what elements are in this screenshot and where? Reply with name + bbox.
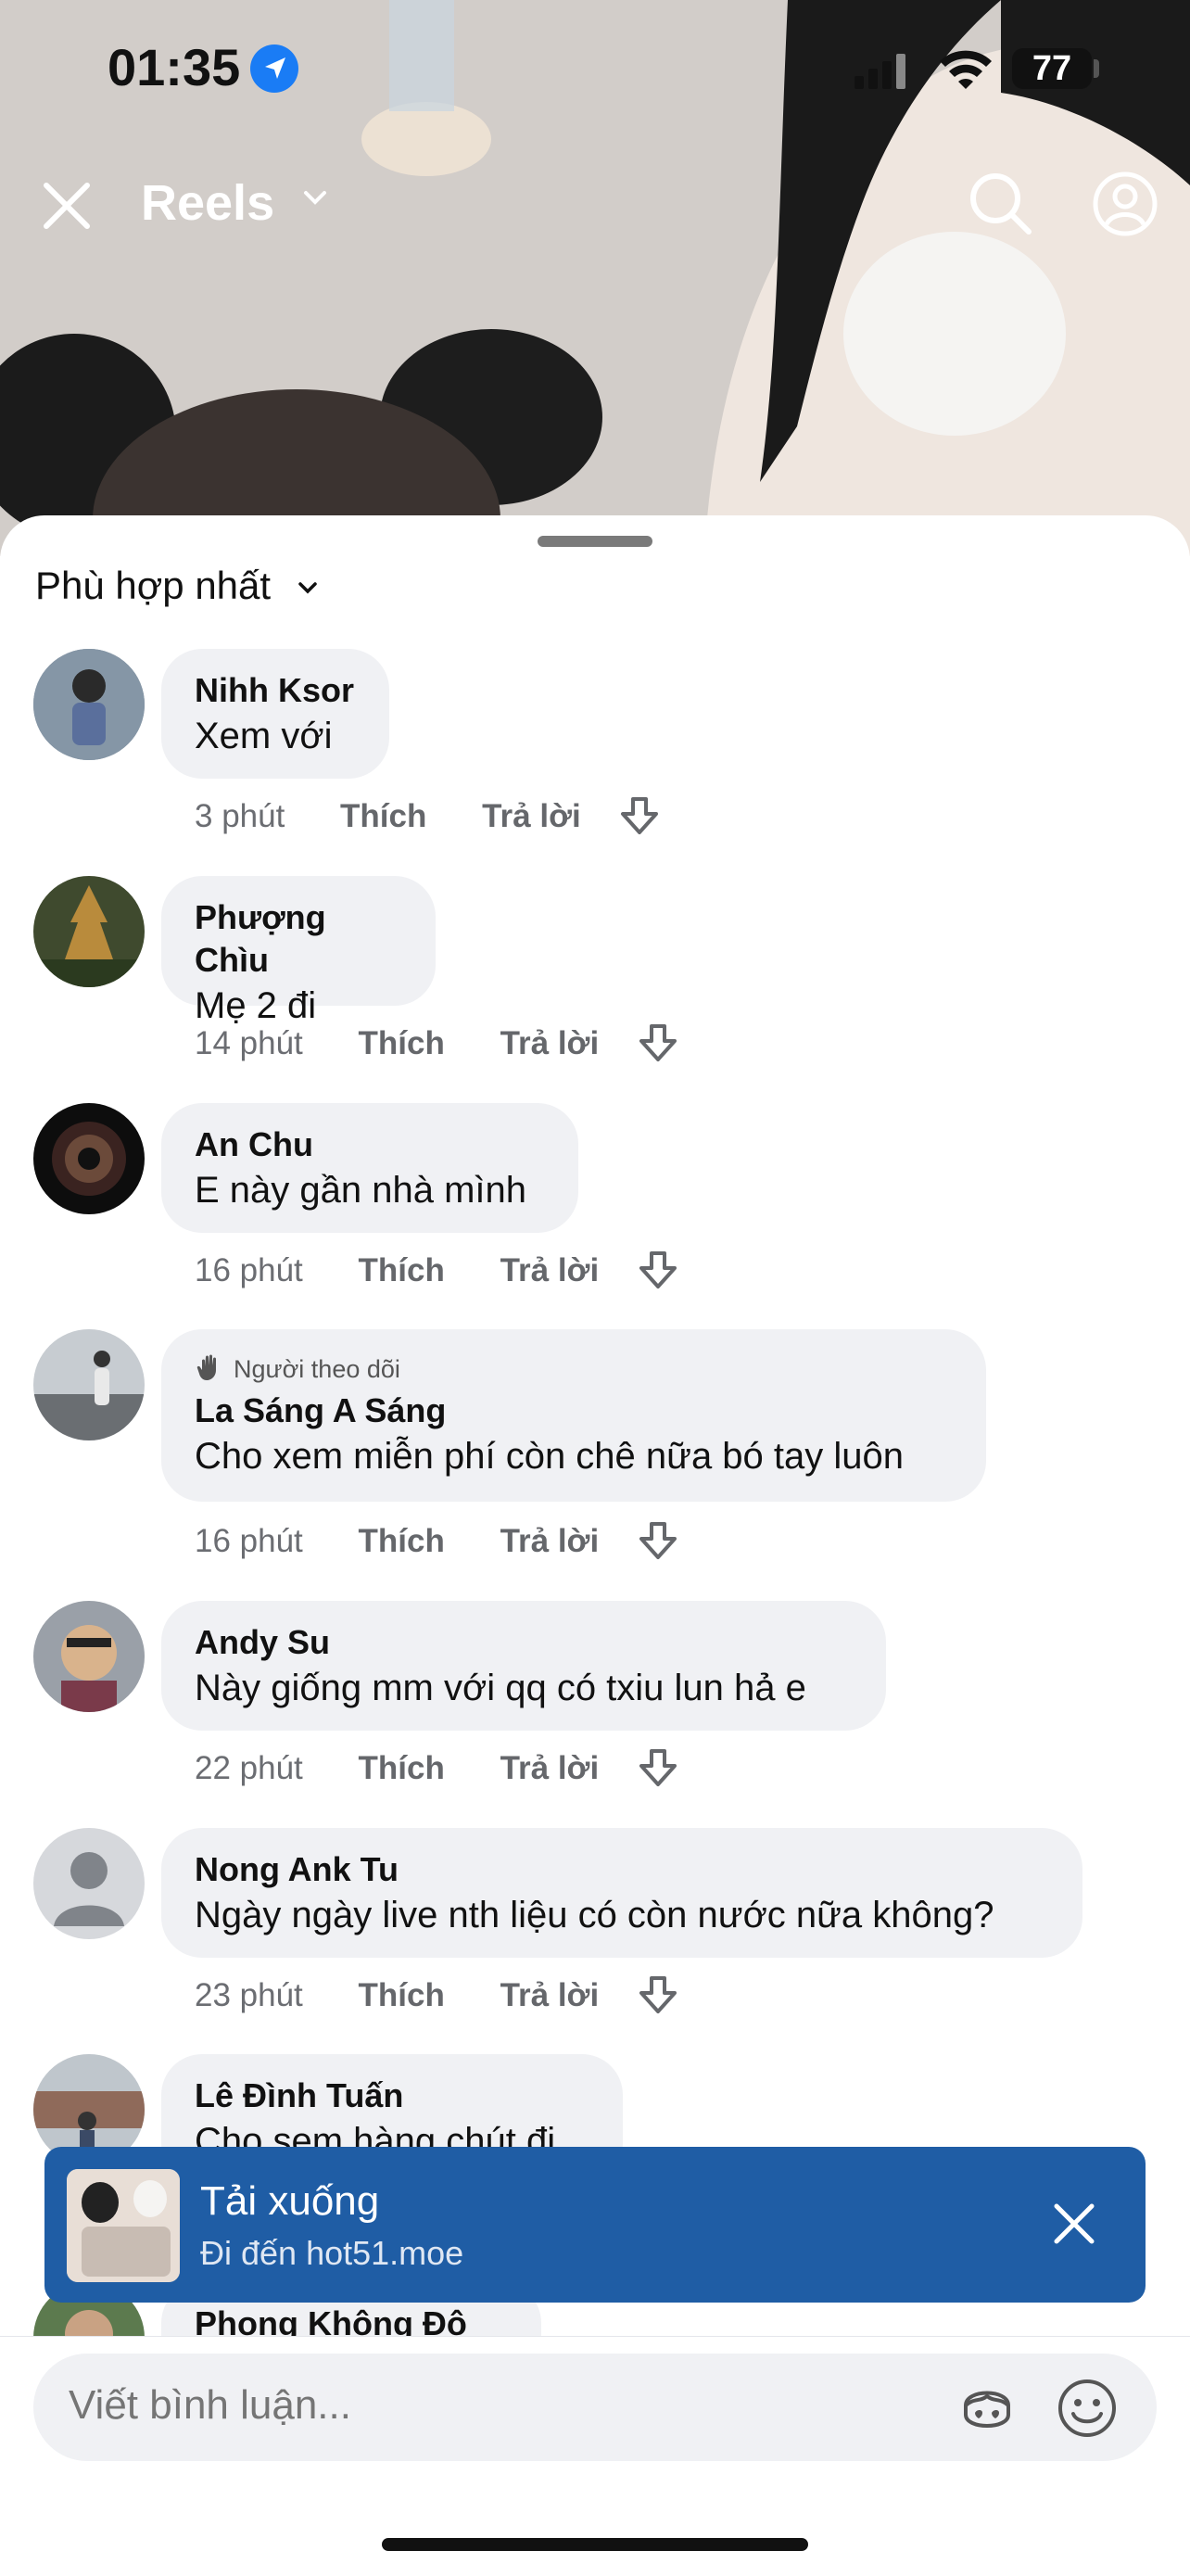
downvote-icon[interactable] xyxy=(617,793,662,838)
reels-top-nav: Reels xyxy=(0,167,1190,241)
comment-meta: 14 phút Thích Trả lời xyxy=(195,1021,680,1065)
avatar[interactable] xyxy=(33,1828,145,1939)
search-icon xyxy=(970,173,1032,235)
waving-hand-icon xyxy=(195,1351,226,1383)
comment-author[interactable]: Lê Đình Tuấn xyxy=(195,2075,589,2117)
comment-text: Xem với xyxy=(195,716,333,756)
comment-meta: 22 phút Thích Trả lời xyxy=(195,1745,680,1790)
toast-thumbnail xyxy=(67,2169,180,2282)
comment-text: Này giống mm với qq có txiu lun hả e xyxy=(195,1668,806,1708)
comment-composer[interactable] xyxy=(33,2354,1157,2461)
avatar[interactable] xyxy=(33,1601,145,1712)
chevron-down-icon[interactable] xyxy=(300,187,330,214)
default-avatar-icon xyxy=(33,1828,145,1939)
downvote-icon[interactable] xyxy=(636,1518,680,1563)
status-bar: 01:35 77 xyxy=(0,0,1190,139)
comment-meta: 16 phút Thích Trả lời xyxy=(195,1248,680,1292)
reels-title[interactable]: Reels xyxy=(141,174,274,232)
like-button[interactable]: Thích xyxy=(359,1523,445,1560)
reply-button[interactable]: Trả lời xyxy=(500,1025,600,1062)
clock: 01:35 xyxy=(108,38,241,96)
close-icon xyxy=(44,183,90,229)
profile-button[interactable] xyxy=(1088,167,1162,241)
downvote-icon[interactable] xyxy=(636,1745,680,1790)
comment-meta: 3 phút Thích Trả lời xyxy=(195,793,662,838)
comment-text: Cho xem miễn phí còn chê nữa bó tay luôn xyxy=(195,1436,904,1477)
battery-indicator: 77 xyxy=(1012,48,1092,89)
like-button[interactable]: Thích xyxy=(359,1750,445,1787)
follower-badge-label: Người theo dõi xyxy=(234,1355,400,1383)
reply-button[interactable]: Trả lời xyxy=(500,1523,600,1560)
comment-meta: 16 phút Thích Trả lời xyxy=(195,1518,680,1563)
like-button[interactable]: Thích xyxy=(359,1025,445,1062)
comment-author[interactable]: Nihh Ksor xyxy=(195,669,356,712)
avatar[interactable] xyxy=(33,649,145,760)
wifi-icon xyxy=(936,46,995,95)
downvote-icon[interactable] xyxy=(636,1248,680,1292)
comment-text: E này gần nhà mình xyxy=(195,1170,527,1211)
avatar[interactable] xyxy=(33,1329,145,1440)
comment-time: 3 phút xyxy=(195,798,285,834)
comment-author[interactable]: An Chu xyxy=(195,1123,545,1166)
toast-link[interactable]: Đi đến hot51.moe xyxy=(200,2234,463,2273)
comment-author[interactable]: La Sáng A Sáng xyxy=(195,1390,953,1432)
like-button[interactable]: Thích xyxy=(359,1977,445,2014)
home-indicator[interactable] xyxy=(382,2538,808,2551)
reply-button[interactable]: Trả lời xyxy=(482,798,581,835)
sort-dropdown[interactable]: Phù hợp nhất xyxy=(35,564,271,608)
toast-close-button[interactable] xyxy=(1044,2193,1105,2254)
comment-bubble[interactable]: An Chu E này gần nhà mình xyxy=(161,1103,578,1233)
comment-time: 16 phút xyxy=(195,1252,303,1288)
comment-meta: 23 phút Thích Trả lời xyxy=(195,1973,680,2017)
avatar[interactable] xyxy=(33,876,145,987)
comment-time: 16 phút xyxy=(195,1523,303,1559)
emoji-icon[interactable] xyxy=(1057,2378,1118,2439)
like-button[interactable]: Thích xyxy=(359,1252,445,1289)
battery-tip xyxy=(1094,59,1099,78)
comment-author[interactable]: Nong Ank Tu xyxy=(195,1848,1049,1891)
comment-bubble[interactable]: Người theo dõi La Sáng A Sáng Cho xem mi… xyxy=(161,1329,986,1502)
like-button[interactable]: Thích xyxy=(340,798,426,835)
location-arrow-icon xyxy=(250,44,298,93)
comment-input[interactable] xyxy=(67,2381,905,2430)
download-toast[interactable]: Tải xuống Đi đến hot51.moe xyxy=(44,2147,1146,2303)
reply-button[interactable]: Trả lời xyxy=(500,1750,600,1787)
follower-badge: Người theo dõi xyxy=(195,1351,953,1386)
close-icon xyxy=(1054,2203,1095,2244)
chevron-down-icon[interactable] xyxy=(297,580,319,602)
sheet-drag-handle[interactable] xyxy=(538,536,652,547)
downvote-icon[interactable] xyxy=(636,1973,680,2017)
profile-icon xyxy=(1093,171,1158,236)
avatar-sticker-icon[interactable] xyxy=(956,2378,1018,2439)
comment-bubble[interactable]: Andy Su Này giống mm với qq có txiu lun … xyxy=(161,1601,886,1731)
comment-bubble[interactable]: Phượng Chìu Mẹ 2 đi xyxy=(161,876,436,1026)
comment-time: 22 phút xyxy=(195,1750,303,1786)
avatar[interactable] xyxy=(33,1103,145,1214)
comment-author[interactable]: Andy Su xyxy=(195,1621,853,1664)
comment-time: 14 phút xyxy=(195,1025,303,1061)
search-button[interactable] xyxy=(964,167,1038,241)
reply-button[interactable]: Trả lời xyxy=(500,1252,600,1289)
downvote-icon[interactable] xyxy=(636,1021,680,1065)
cellular-signal-icon xyxy=(855,52,906,94)
comment-bubble[interactable]: Nihh Ksor Xem với xyxy=(161,649,389,779)
toast-title: Tải xuống xyxy=(200,2178,380,2224)
comment-author[interactable]: Phượng Chìu xyxy=(195,896,402,982)
close-button[interactable] xyxy=(37,176,96,235)
comment-bubble[interactable]: Nong Ank Tu Ngày ngày live nth liệu có c… xyxy=(161,1828,1082,1958)
comment-text: Ngày ngày live nth liệu có còn nước nữa … xyxy=(195,1895,994,1935)
comment-time: 23 phút xyxy=(195,1977,303,2013)
reply-button[interactable]: Trả lời xyxy=(500,1977,600,2014)
